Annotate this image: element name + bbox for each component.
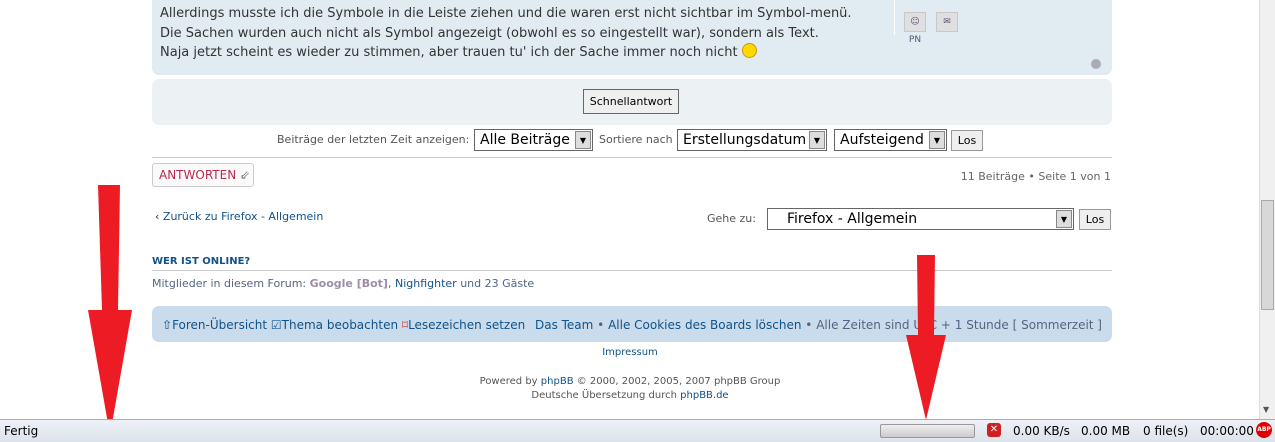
who-is-online-heading: WER IST ONLINE? xyxy=(152,256,251,267)
pm-label: PN xyxy=(908,35,922,45)
status-text: Fertig xyxy=(4,424,39,438)
email-button[interactable]: ✉ xyxy=(936,12,958,32)
download-error-icon[interactable]: ✕ xyxy=(987,423,1001,437)
post-line: Die Sachen wurden auch nicht als Symbol … xyxy=(160,25,819,41)
online-user[interactable]: Nighfighter xyxy=(395,277,457,290)
watch-topic-link[interactable]: Thema beobachten xyxy=(282,318,398,332)
back-link[interactable]: ‹ Zurück zu Firefox - Allgemein xyxy=(155,210,323,223)
status-bar: Fertig ✕ 0.00 KB/s 0.00 MB 0 file(s) 00:… xyxy=(0,419,1275,442)
forum-index-link[interactable]: Foren-Übersicht xyxy=(172,318,267,332)
jump-select[interactable]: Firefox - Allgemein ▼ xyxy=(767,208,1074,230)
post-line: Allerdings musste ich die Symbole in die… xyxy=(160,6,852,21)
online-suffix: und 23 Gäste xyxy=(460,277,535,290)
jump-label: Gehe zu: xyxy=(707,212,756,225)
jump-go-button[interactable]: Los xyxy=(1079,209,1111,230)
pagination-info: 11 Beiträge • Seite 1 von 1 xyxy=(960,170,1111,183)
order-select[interactable]: Aufsteigend ▼ xyxy=(834,129,947,151)
navbar: ⇧Foren-Übersicht ☑Thema beobachten ⌑Lese… xyxy=(152,306,1112,342)
chevron-down-icon: ▼ xyxy=(929,131,945,149)
powered-suffix: © 2000, 2002, 2005, 2007 phpBB Group xyxy=(576,376,781,387)
days-select[interactable]: Alle Beiträge ▼ xyxy=(474,129,593,151)
abp-label: ABP xyxy=(1257,426,1271,433)
divider xyxy=(894,0,895,35)
sort-select[interactable]: Erstellungsdatum ▼ xyxy=(677,129,827,151)
chevron-left-icon: ‹ xyxy=(155,210,160,223)
chevron-down-icon: ▼ xyxy=(1056,210,1072,228)
divider xyxy=(152,270,1112,271)
delete-cookies-link[interactable]: Alle Cookies des Boards löschen xyxy=(608,318,801,332)
red-arrow-annotation xyxy=(88,185,132,435)
post-line-text: Naja jetzt scheint es wieder zu stimmen,… xyxy=(160,45,738,60)
wink-smiley-icon xyxy=(741,43,757,58)
arrow-icon: ⇙ xyxy=(240,168,251,182)
footer-copyright: Powered by phpBB © 2000, 2002, 2005, 200… xyxy=(0,375,1260,403)
navbar-left: ⇧Foren-Übersicht ☑Thema beobachten ⌑Lese… xyxy=(162,318,525,332)
scrollbar-thumb[interactable] xyxy=(1261,200,1274,310)
home-icon: ⇧ xyxy=(162,318,173,332)
impressum-link[interactable]: Impressum xyxy=(602,347,658,358)
team-link[interactable]: Das Team xyxy=(535,318,593,332)
adblock-plus-icon[interactable]: ABP xyxy=(1256,422,1272,438)
days-label: Beiträge der letzten Zeit anzeigen: xyxy=(277,133,470,146)
vertical-scrollbar[interactable]: ▼ xyxy=(1259,0,1275,419)
quick-reply-panel: Schnellantwort xyxy=(152,79,1112,125)
chevron-down-icon: ▼ xyxy=(809,131,825,149)
progress-bar xyxy=(880,424,975,438)
checkbox-icon: ☑ xyxy=(270,318,282,332)
dst-text: [ Sommerzeit ] xyxy=(1012,318,1102,332)
download-time: 00:00:00 xyxy=(1200,424,1254,438)
reply-button[interactable]: ANTWORTEN ⇙ xyxy=(152,163,254,187)
navbar-right: Das Team • Alle Cookies des Boards lösch… xyxy=(534,318,1102,332)
online-prefix: Mitglieder in diesem Forum: xyxy=(152,277,307,290)
quick-reply-button[interactable]: Schnellantwort xyxy=(583,89,679,114)
phpbbde-link[interactable]: phpBB.de xyxy=(680,390,728,401)
powered-prefix: Powered by xyxy=(479,376,538,387)
order-value: Aufsteigend xyxy=(840,132,924,148)
red-arrow-annotation xyxy=(906,255,946,420)
online-list: Mitglieder in diesem Forum: Google [Bot]… xyxy=(152,277,535,290)
post-text: Allerdings musste ich die Symbole in die… xyxy=(160,4,852,63)
scroll-down-icon[interactable]: ▼ xyxy=(1263,405,1269,414)
reply-label: ANTWORTEN xyxy=(159,168,237,182)
post-line: Naja jetzt scheint es wieder zu stimmen,… xyxy=(160,43,852,63)
filter-go-button[interactable]: Los xyxy=(951,130,983,151)
days-value: Alle Beiträge xyxy=(480,132,570,148)
post-body: Allerdings musste ich die Symbole in die… xyxy=(152,0,1112,75)
download-speed: 0.00 KB/s xyxy=(1013,424,1070,438)
translation-prefix: Deutsche Übersetzung durch xyxy=(531,390,677,401)
divider xyxy=(152,157,1112,158)
online-user-bot[interactable]: Google [Bot] xyxy=(310,277,388,290)
sort-label: Sortiere nach xyxy=(599,133,673,146)
private-message-button[interactable]: ☺PN xyxy=(904,12,926,45)
back-link-text[interactable]: Zurück zu Firefox - Allgemein xyxy=(163,210,323,223)
jump-value: Firefox - Allgemein xyxy=(787,211,918,227)
bookmark-link[interactable]: Lesezeichen setzen xyxy=(408,318,525,332)
chevron-down-icon: ▼ xyxy=(575,131,591,149)
download-files: 0 file(s) xyxy=(1143,424,1189,438)
sort-value: Erstellungsdatum xyxy=(683,132,807,148)
download-size: 0.00 MB xyxy=(1081,424,1131,438)
back-to-top-icon[interactable] xyxy=(1091,59,1101,69)
phpbb-link[interactable]: phpBB xyxy=(541,376,574,387)
impressum: Impressum xyxy=(0,347,1260,358)
